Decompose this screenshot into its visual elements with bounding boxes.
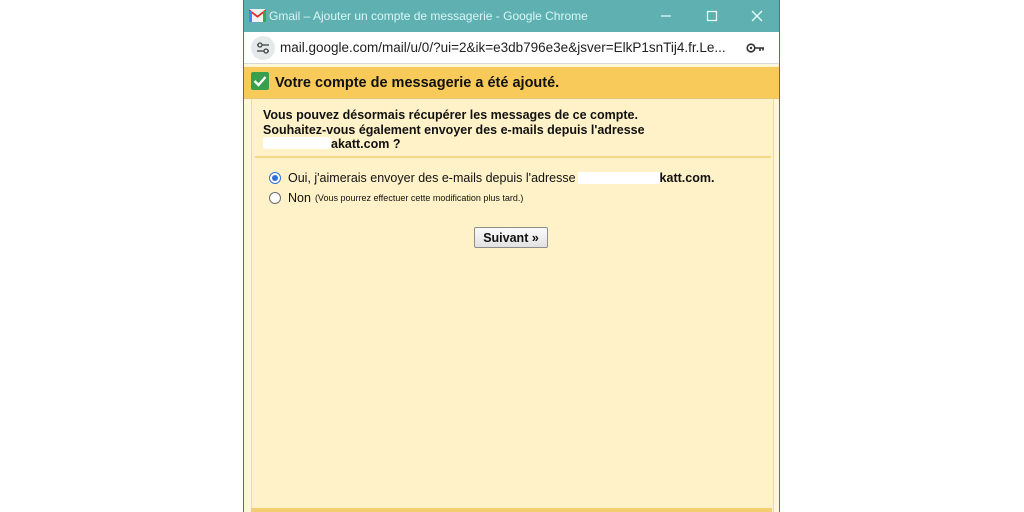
site-settings-button[interactable]: [251, 36, 275, 60]
url-text[interactable]: mail.google.com/mail/u/0/?ui=2&ik=e3db79…: [280, 40, 740, 55]
divider: [255, 156, 771, 158]
key-icon[interactable]: [746, 41, 766, 55]
option-yes[interactable]: Oui, j'aimerais envoyer des e-mails depu…: [269, 171, 714, 185]
minimize-button[interactable]: [654, 4, 678, 28]
close-button[interactable]: [745, 4, 769, 28]
site-settings-icon: [257, 42, 269, 54]
intro-line-1: Vous pouvez désormais récupérer les mess…: [263, 108, 638, 122]
title-bar[interactable]: Gmail – Ajouter un compte de messagerie …: [244, 0, 779, 32]
close-icon: [751, 10, 763, 22]
window-title: Gmail – Ajouter un compte de messagerie …: [269, 9, 588, 23]
chrome-popup-window: Gmail – Ajouter un compte de messagerie …: [243, 0, 780, 512]
address-bar: mail.google.com/mail/u/0/?ui=2&ik=e3db79…: [244, 32, 779, 64]
success-title: Votre compte de messagerie a été ajouté.: [275, 75, 560, 91]
maximize-icon: [706, 10, 718, 22]
option-yes-email-suffix: katt.com.: [659, 171, 715, 185]
option-no-label: Non: [288, 191, 311, 205]
redacted-email: [577, 172, 660, 184]
radio-no[interactable]: [269, 192, 281, 204]
checkmark-icon: [251, 72, 269, 90]
content-panel: Vous pouvez désormais récupérer les mess…: [251, 99, 774, 512]
intro-email-suffix: akatt.com ?: [331, 137, 401, 151]
intro-line-2: Souhaitez-vous également envoyer des e-m…: [263, 122, 645, 137]
maximize-button[interactable]: [700, 4, 724, 28]
option-no-note: (Vous pourrez effectuer cette modificati…: [314, 193, 524, 203]
redacted-email: [263, 137, 331, 149]
intro-text: Vous pouvez désormais récupérer les mess…: [263, 108, 645, 152]
gmail-logo-icon: [249, 9, 266, 22]
intro-line-3: akatt.com ?: [263, 137, 645, 152]
next-button[interactable]: Suivant »: [474, 227, 548, 248]
option-no[interactable]: Non (Vous pourrez effectuer cette modifi…: [269, 191, 523, 205]
radio-yes[interactable]: [269, 172, 281, 184]
option-yes-label: Oui, j'aimerais envoyer des e-mails depu…: [288, 171, 576, 185]
success-header: Votre compte de messagerie a été ajouté.: [244, 67, 779, 99]
minimize-icon: [661, 15, 671, 17]
bottom-edge: [251, 508, 772, 512]
